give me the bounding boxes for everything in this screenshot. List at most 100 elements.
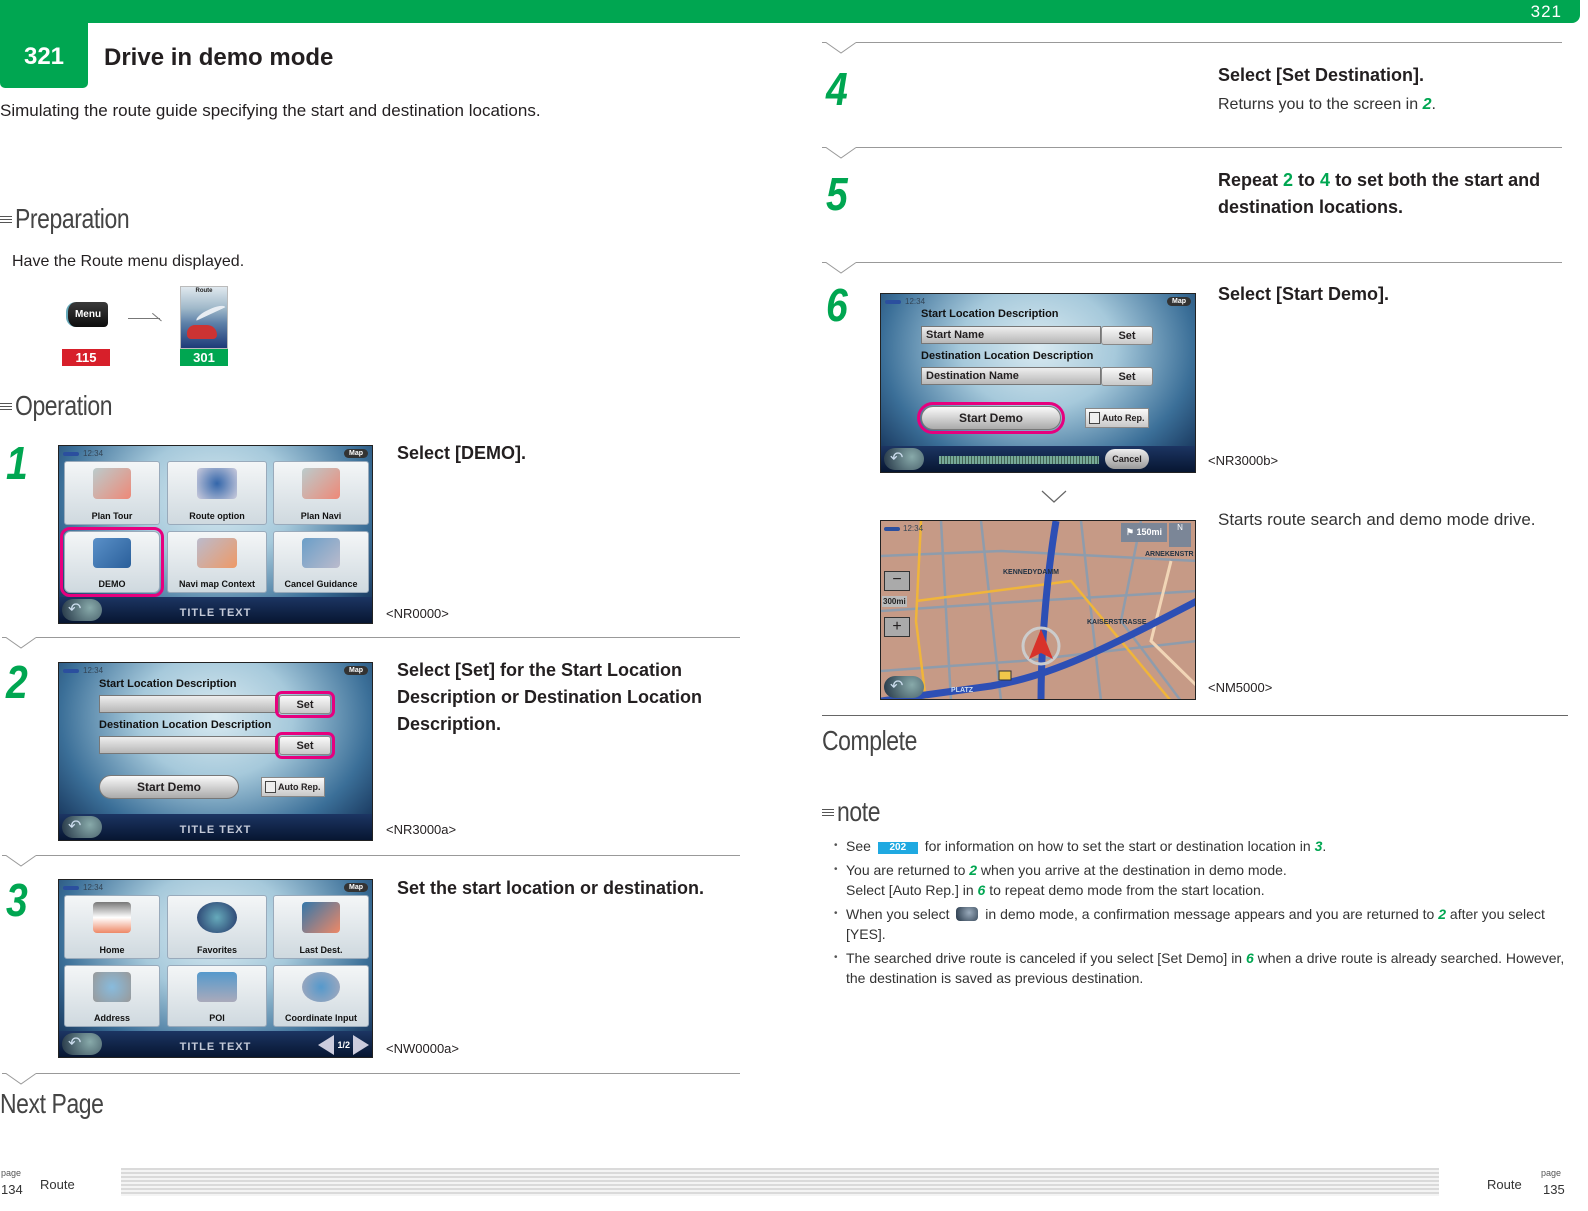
step-divider	[856, 147, 1562, 148]
last-dest-button[interactable]: Last Dest.	[273, 895, 369, 959]
cancel-x-icon	[302, 538, 340, 568]
heart-icon	[197, 902, 237, 934]
page-ref-badge-115[interactable]: 115	[62, 349, 110, 366]
start-demo-button[interactable]: Start Demo	[917, 402, 1065, 434]
demo-button[interactable]: DEMO	[60, 527, 164, 597]
map-caption: <NM5000>	[1208, 680, 1273, 695]
map-button[interactable]: Map	[344, 666, 368, 675]
start-location-field[interactable]	[99, 695, 279, 713]
zoom-out-button[interactable]: −	[884, 571, 910, 591]
coordinate-input-button[interactable]: Coordinate Input	[273, 965, 369, 1027]
demo-icon	[93, 538, 131, 568]
step-ref-link[interactable]: 6	[1246, 950, 1254, 966]
page-ref-badge-301[interactable]: 301	[180, 349, 228, 366]
compass-north-icon[interactable]: N	[1169, 523, 1191, 547]
desc-text: Returns you to the screen in	[1218, 96, 1423, 113]
destination-location-field[interactable]: Destination Name	[921, 367, 1101, 385]
cancel-guidance-button[interactable]: Cancel Guidance	[273, 531, 369, 593]
road-graphic	[194, 302, 228, 326]
battery-icon	[63, 668, 79, 673]
flag-icon: ⚑	[1125, 527, 1137, 537]
step-ref-link[interactable]: 2	[969, 862, 977, 878]
street-label: KENNEDYDAMM	[1003, 569, 1059, 576]
step-number: 1	[6, 437, 28, 489]
step-ref-link[interactable]: 2	[1438, 906, 1446, 922]
auto-rep-label: Auto Rep.	[278, 782, 321, 792]
button-label: Plan Navi	[300, 511, 342, 521]
next-page-label[interactable]: Next Page	[0, 1088, 104, 1120]
heading-lines-icon	[0, 214, 12, 225]
route-menu-icon[interactable]: Route	[180, 286, 228, 349]
start-set-button[interactable]: Set	[275, 691, 335, 718]
plan-navi-button[interactable]: Plan Navi	[273, 461, 369, 525]
zoom-in-button[interactable]: +	[884, 617, 910, 637]
compass-icon	[302, 972, 340, 1002]
note-text: Select [Auto Rep.] in	[846, 882, 978, 898]
clock: 12:34	[903, 524, 924, 533]
prev-page-icon[interactable]	[318, 1035, 335, 1055]
step-6-title: Select [Start Demo].	[1218, 284, 1390, 304]
note-text: when you arrive at the destination in de…	[977, 862, 1287, 878]
back-icon[interactable]	[884, 676, 924, 698]
back-icon[interactable]	[884, 448, 924, 470]
note-text: to repeat demo mode from the start locat…	[985, 882, 1265, 898]
preparation-heading: Preparation	[0, 203, 154, 235]
destination-location-field[interactable]	[99, 736, 279, 754]
note-text: See	[846, 838, 875, 854]
status-bar: 12:34	[63, 883, 103, 892]
cancel-button[interactable]: Cancel	[1105, 449, 1149, 469]
navi-map-context-button[interactable]: Navi map Context	[167, 531, 267, 593]
step-ref-link[interactable]: 4	[1320, 170, 1330, 190]
chevron-down-icon	[2, 855, 37, 869]
button-label: Plan Tour	[91, 511, 133, 521]
auto-rep-checkbox[interactable]	[265, 781, 276, 793]
screen-nr0000: 12:34 Map Plan Tour Route option Plan Na…	[58, 445, 373, 624]
destination-set-button[interactable]: Set	[275, 732, 335, 759]
button-label: Favorites	[196, 945, 238, 955]
home-button[interactable]: Home	[64, 895, 160, 959]
next-page-icon[interactable]	[353, 1035, 369, 1055]
start-location-field[interactable]: Start Name	[921, 326, 1101, 344]
start-demo-button[interactable]: Start Demo	[99, 775, 239, 799]
step-divider	[36, 855, 740, 856]
map-button[interactable]: Map	[344, 449, 368, 458]
footer-stripes	[121, 1168, 1439, 1196]
address-button[interactable]: Address	[64, 965, 160, 1027]
map-button[interactable]: Map	[1167, 297, 1191, 306]
note-item: You are returned to 2 when you arrive at…	[834, 860, 1576, 900]
poi-button[interactable]: POI	[167, 965, 267, 1027]
auto-rep-button[interactable]: Auto Rep.	[261, 777, 325, 797]
step-number: 2	[6, 656, 28, 708]
menu-button[interactable]: Menu	[66, 302, 108, 327]
step-ref-link[interactable]: 2	[1283, 170, 1293, 190]
arrow-icon	[128, 318, 160, 319]
button-label: Coordinate Input	[285, 1013, 357, 1023]
screen-caption: <NR3000a>	[386, 822, 457, 837]
navi-map-icon	[197, 538, 237, 568]
preparation-text: Have the Route menu displayed.	[12, 253, 245, 270]
note-item: The searched drive route is canceled if …	[834, 948, 1576, 988]
auto-rep-button[interactable]: Auto Rep.	[1085, 408, 1149, 428]
battery-icon	[884, 526, 900, 531]
chevron-down-icon	[2, 637, 37, 651]
complete-label: Complete	[822, 725, 917, 756]
start-set-button[interactable]: Set	[1101, 326, 1153, 345]
operation-heading: Operation	[0, 390, 133, 422]
favorites-button[interactable]: Favorites	[167, 895, 267, 959]
chevron-down-icon	[822, 262, 857, 276]
page-title: Drive in demo mode	[104, 44, 334, 71]
step-number: 5	[826, 168, 848, 220]
page-ref-badge-202[interactable]: 202	[877, 842, 918, 854]
step-divider	[36, 637, 740, 638]
auto-rep-checkbox[interactable]	[1089, 412, 1100, 424]
destination-set-button[interactable]: Set	[1101, 367, 1153, 386]
chevron-down-icon	[1041, 490, 1067, 509]
status-bar: 12:34	[63, 449, 103, 458]
page-indicator: 1/2	[337, 1040, 350, 1050]
route-option-button[interactable]: Route option	[167, 461, 267, 525]
plan-tour-button[interactable]: Plan Tour	[64, 461, 160, 525]
right-section-name: Route	[1487, 1177, 1522, 1192]
map-button[interactable]: Map	[344, 883, 368, 892]
screen-caption: <NR0000>	[386, 606, 449, 621]
map-scale: 300mi	[882, 596, 907, 607]
